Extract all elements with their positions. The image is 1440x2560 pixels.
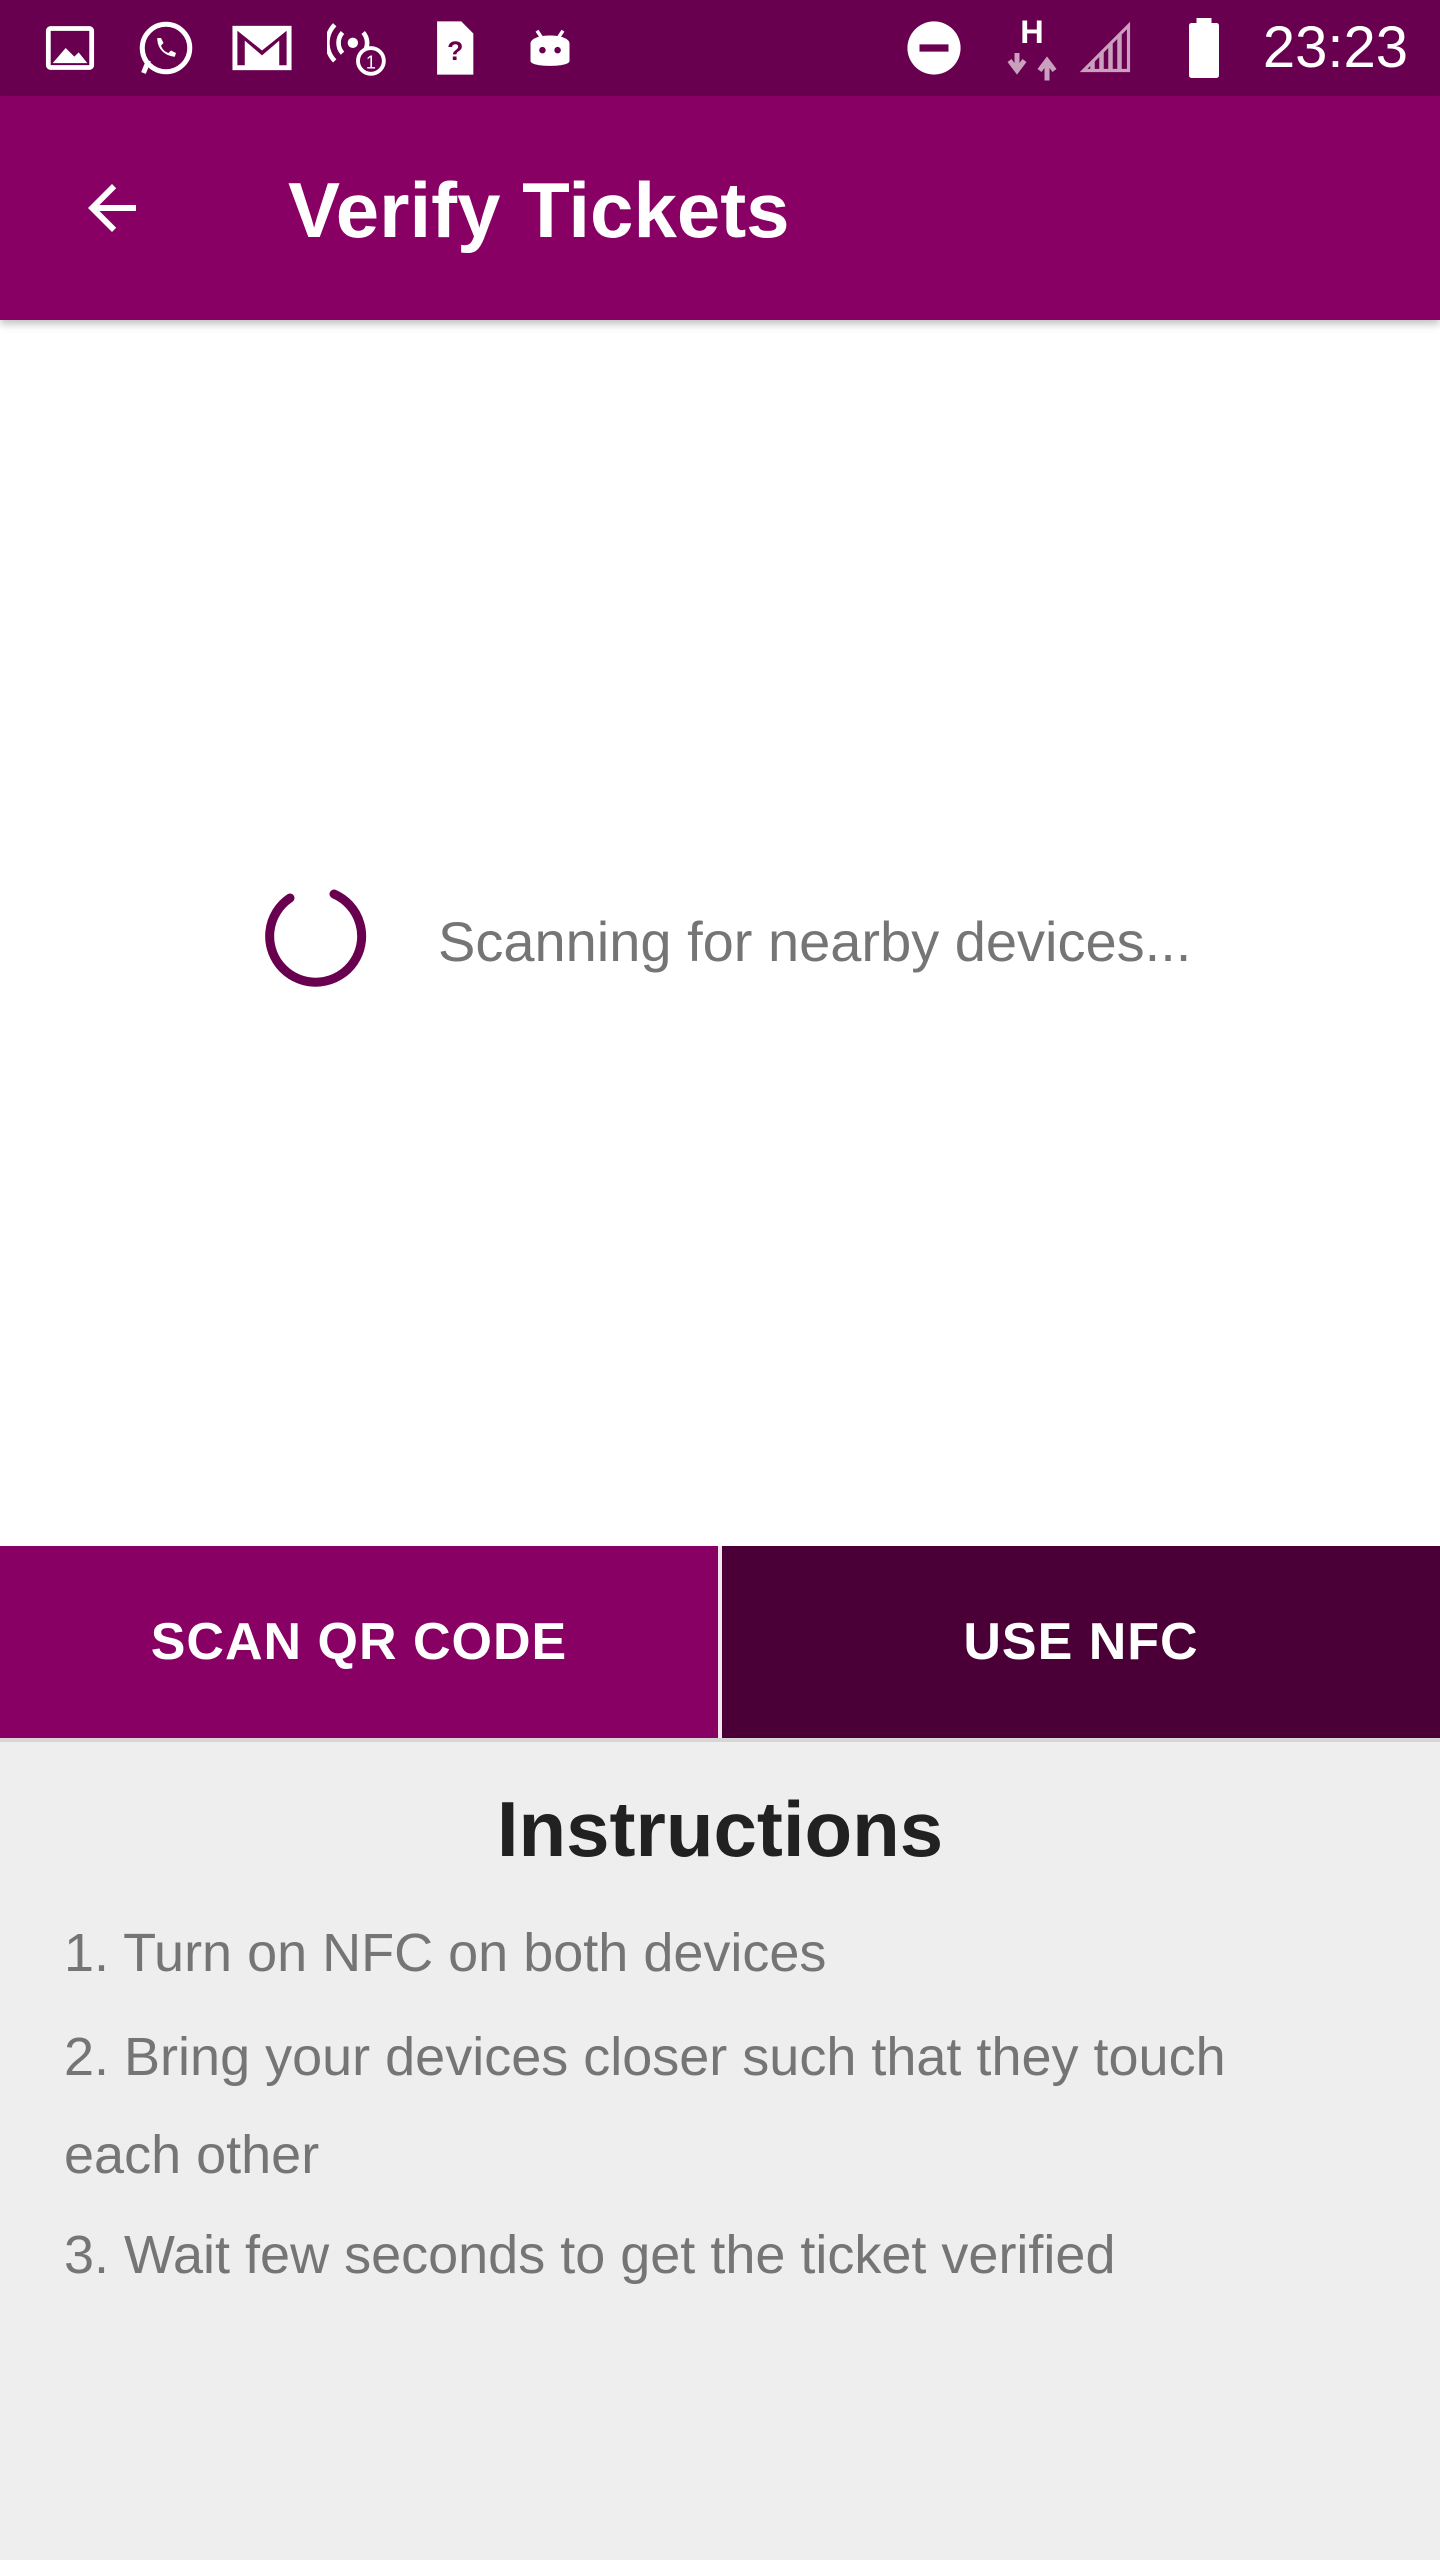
network-h-icon: H [998, 14, 1066, 82]
instruction-step-3: 3. Wait few seconds to get the ticket ve… [64, 2225, 1116, 2285]
divider [0, 1738, 1440, 1742]
page-title: Verify Tickets [288, 166, 790, 254]
scanning-status-text: Scanning for nearby devices... [438, 910, 1192, 973]
android-icon [516, 14, 584, 82]
scan-area: Scanning for nearby devices... [0, 320, 1440, 1546]
gmail-icon [228, 14, 296, 82]
status-bar: 1 ? H 23:23 [0, 0, 1440, 96]
arrow-back-icon [88, 184, 136, 232]
svg-text:1: 1 [366, 53, 376, 73]
back-button[interactable] [48, 144, 176, 272]
svg-text:?: ? [447, 36, 463, 66]
instruction-step-2-line-2: each other [64, 2125, 320, 2185]
instruction-step-2-line-1: 2. Bring your devices closer such that t… [64, 2027, 1226, 2087]
use-nfc-button[interactable]: USE NFC [722, 1546, 1440, 1738]
scan-qr-code-button[interactable]: SCAN QR CODE [0, 1546, 718, 1738]
dnd-icon [900, 14, 968, 82]
mode-button-row: SCAN QR CODE USE NFC [0, 1546, 1440, 1738]
instruction-step-1: 1. Turn on NFC on both devices [64, 1923, 827, 1983]
signal-icon [1072, 14, 1140, 82]
battery-icon [1170, 14, 1238, 82]
scan-qr-code-label: SCAN QR CODE [150, 1613, 568, 1671]
hotspot-icon: 1 [324, 14, 392, 82]
status-time: 23:23 [1262, 15, 1408, 80]
instructions-title: Instructions [496, 1785, 944, 1873]
svg-text:H: H [1020, 14, 1043, 50]
loading-spinner-icon [265, 889, 367, 987]
app-bar: Verify Tickets [0, 96, 1440, 320]
use-nfc-label: USE NFC [963, 1613, 1199, 1671]
whatsapp-icon [132, 14, 200, 82]
image-icon [36, 14, 104, 82]
sim-icon: ? [420, 14, 488, 82]
